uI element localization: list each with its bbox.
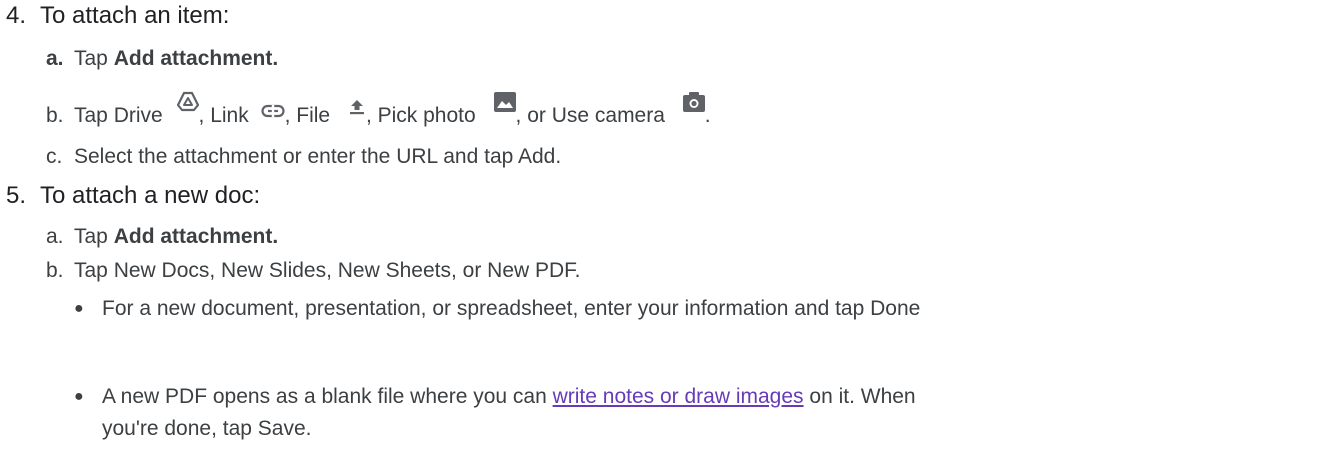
- bullet-text: A new PDF opens as a blank file where yo…: [102, 385, 547, 408]
- list-marker: a.: [46, 225, 64, 248]
- step-5b-text: Tap New Docs, New Slides, New Sheets, or…: [74, 259, 581, 282]
- step-4b-after-file: , Pick photo: [365, 104, 476, 127]
- write-notes-link[interactable]: write notes or draw images: [553, 385, 804, 408]
- link-icon: [260, 104, 285, 118]
- step-title: To attach a new doc:: [40, 182, 261, 209]
- step-4-heading: 4. To attach an item:: [6, 0, 229, 32]
- step-4c: c. Select the attachment or enter the URL…: [46, 142, 561, 172]
- step-4a: a. Tap Add attachment.: [46, 44, 278, 74]
- step-5b: b. Tap New Docs, New Slides, New Sheets, …: [46, 256, 581, 286]
- upload-icon: [348, 98, 366, 116]
- drive-icon: [176, 90, 199, 112]
- step-4b-after-photo: , or Use camera: [515, 104, 665, 127]
- step-4a-prefix: Tap: [74, 47, 108, 70]
- bullet-item: ● A new PDF opens as a blank file where y…: [74, 382, 916, 412]
- step-number: 5.: [6, 182, 27, 209]
- list-marker: c.: [46, 145, 63, 168]
- bullet-text: on it. When: [809, 385, 916, 408]
- step-5a: a. Tap Add attachment.: [46, 222, 278, 252]
- camera-icon: [682, 92, 705, 112]
- list-marker: b.: [46, 259, 64, 282]
- step-number: 4.: [6, 2, 27, 29]
- list-marker: b.: [46, 104, 64, 127]
- step-5-heading: 5. To attach a new doc:: [6, 180, 260, 212]
- step-5a-prefix: Tap: [74, 225, 108, 248]
- step-4b-prefix: Tap Drive: [74, 104, 163, 127]
- step-title: To attach an item:: [40, 2, 230, 29]
- step-4b-end: .: [704, 104, 711, 127]
- bullet-continuation: you're done, tap Save.: [102, 414, 312, 444]
- step-4b: b. Tap Drive , Link , File , Pick photo ,…: [46, 90, 711, 139]
- list-marker: a.: [46, 47, 64, 70]
- bullet-marker: ●: [74, 388, 84, 405]
- step-4a-bold: Add attachment.: [113, 47, 279, 70]
- image-icon: [493, 92, 516, 112]
- bullet-text: you're done, tap Save.: [102, 417, 312, 440]
- step-4b-after-drive: , Link: [198, 104, 249, 127]
- step-4c-text: Select the attachment or enter the URL a…: [74, 145, 562, 168]
- bullet-item: ● For a new document, presentation, or sp…: [74, 294, 920, 324]
- step-5a-bold: Add attachment.: [113, 225, 279, 248]
- bullet-text: For a new document, presentation, or spr…: [102, 297, 921, 320]
- step-4b-after-link: , File: [284, 104, 331, 127]
- bullet-marker: ●: [74, 300, 84, 317]
